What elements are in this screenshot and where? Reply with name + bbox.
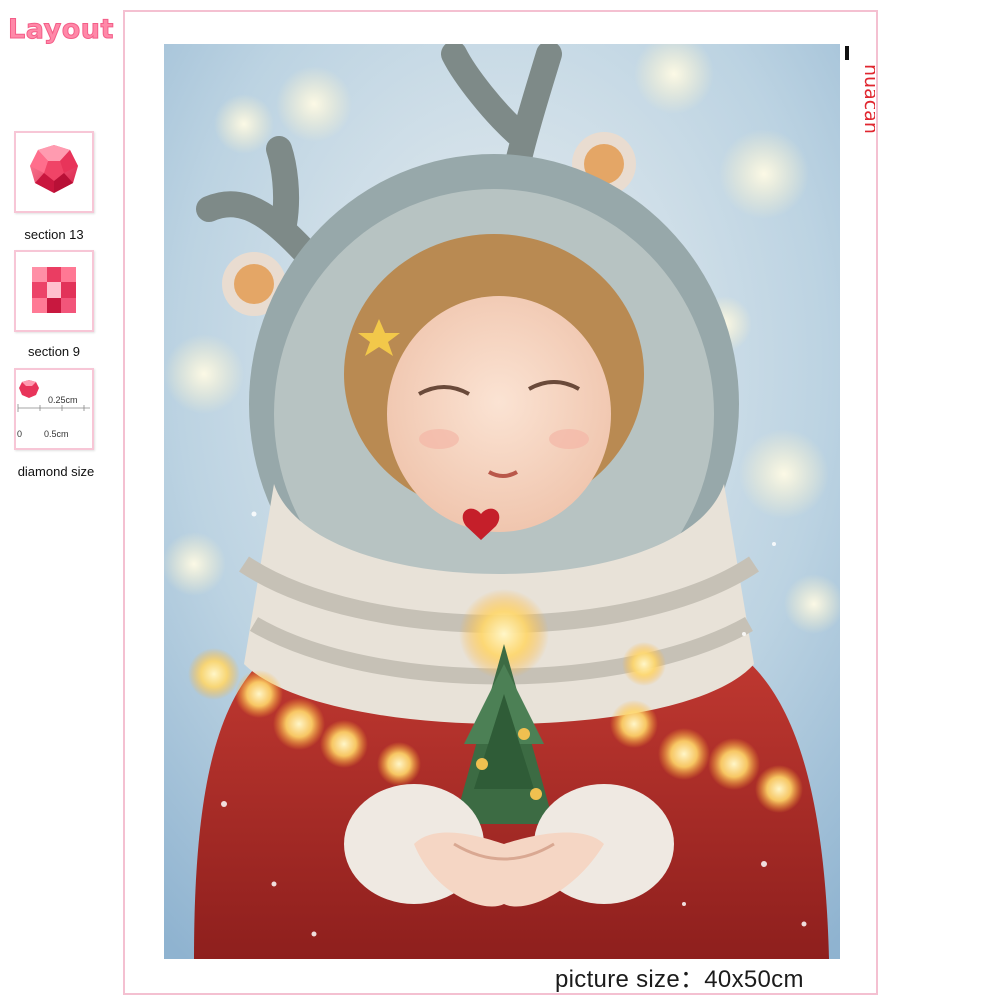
brand-name-text: huacan: [860, 64, 875, 134]
swatch-card-section-9: [14, 250, 94, 332]
artwork-image: [164, 44, 840, 959]
swatch-label-section-13: section 13: [24, 227, 84, 242]
swatch-card-section-13: [14, 131, 94, 213]
ruler-large-text: 0.5cm: [44, 429, 69, 439]
diamond-ruler-icon: 0.25cm 0 0.5cm: [17, 380, 90, 439]
diamond-size-label: diamond size: [17, 464, 95, 479]
ruler-zero-text: 0: [17, 429, 22, 439]
round-drill-icon: [30, 145, 78, 193]
ruler-small-text: 0.25cm: [48, 395, 78, 405]
picture-size-caption: picture size：40x50cm: [555, 966, 804, 993]
brand-logo: huacan: [841, 44, 882, 154]
layout-title: Layout: [8, 14, 114, 46]
square-drill-icon: [32, 267, 76, 313]
girl-holding-christmas-tree-icon: [164, 44, 840, 959]
diamond-size-card: 0.25cm 0 0.5cm: [14, 368, 94, 450]
swatch-label-section-9: section 9: [27, 344, 81, 359]
